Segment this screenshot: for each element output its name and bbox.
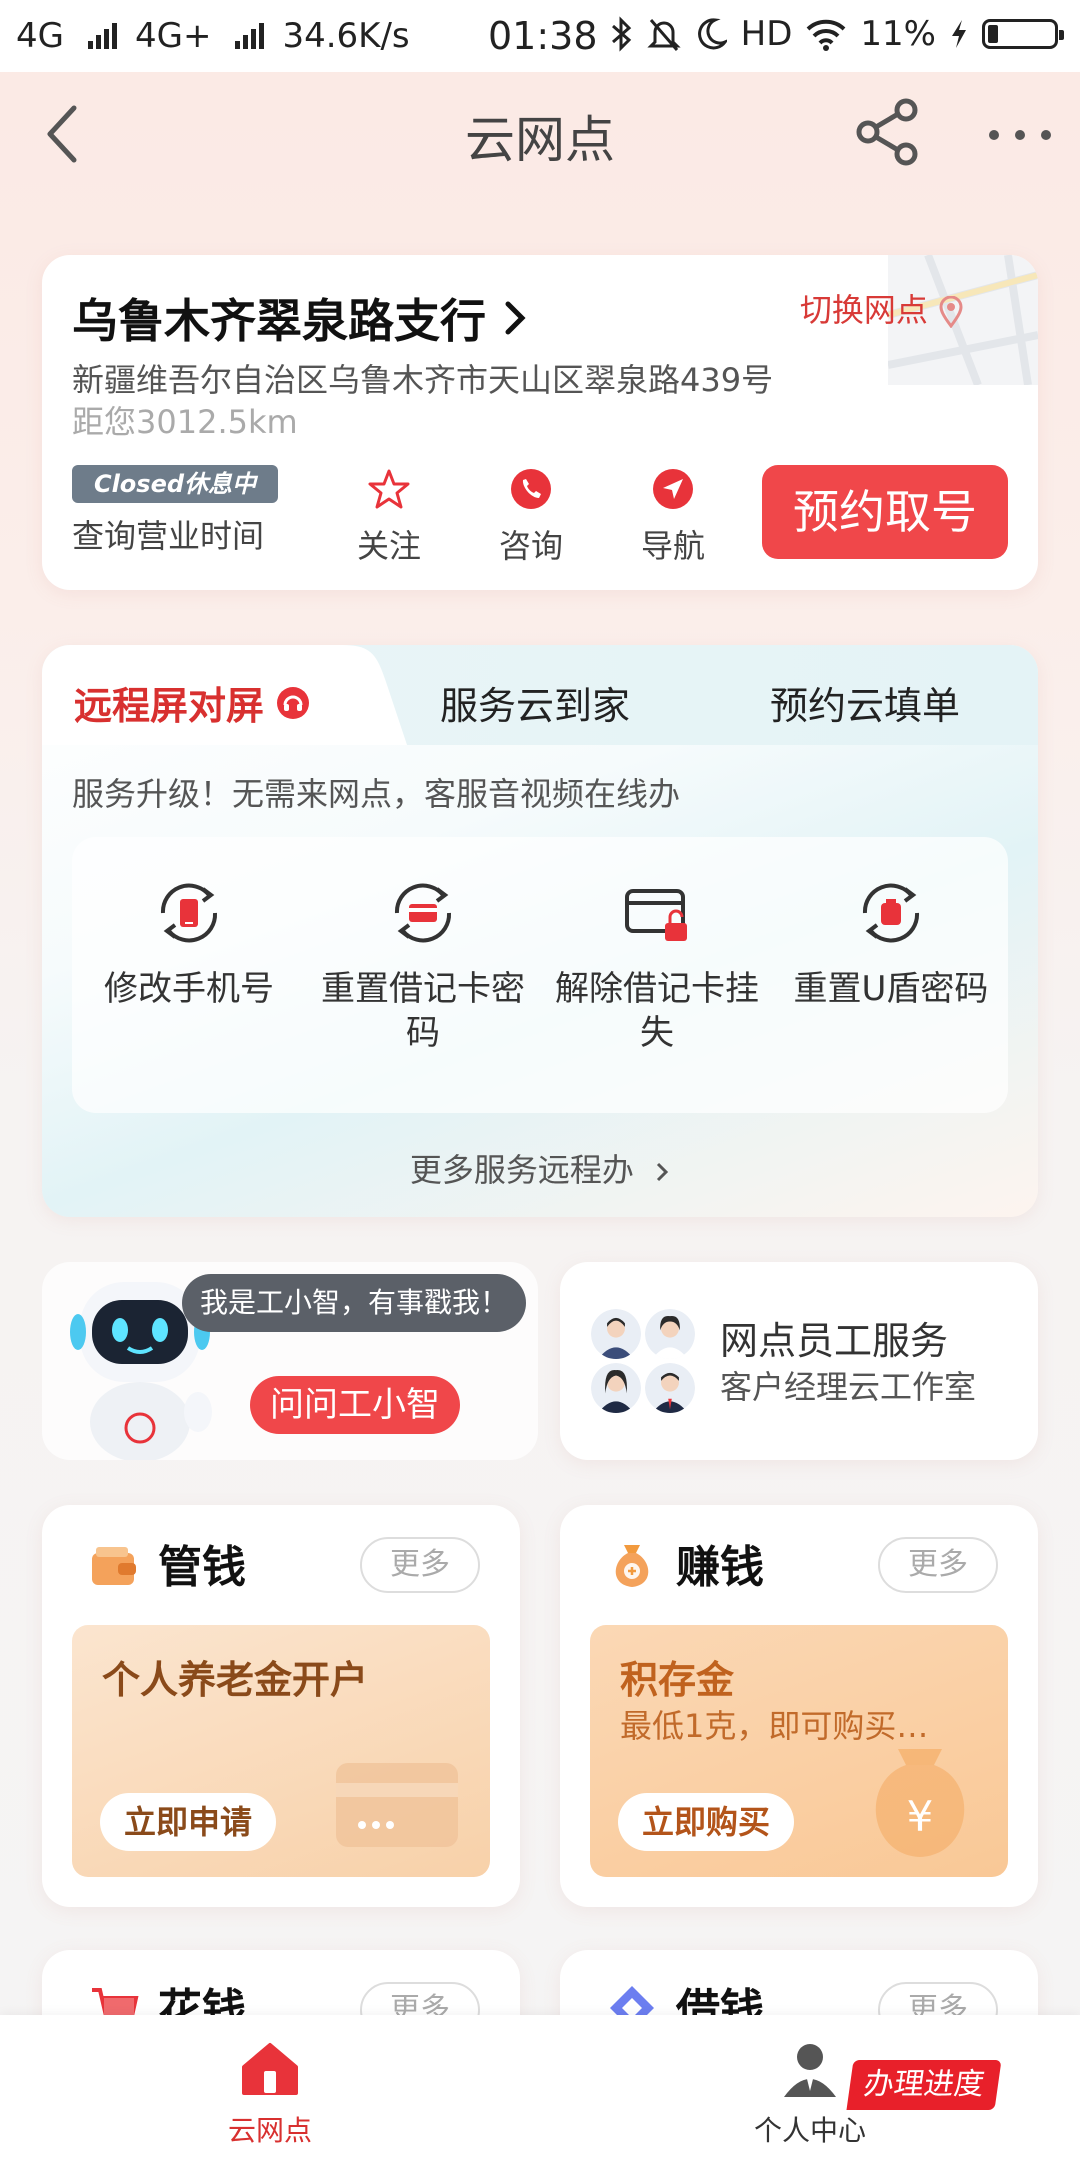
ukey-reset-icon xyxy=(862,883,920,943)
staff-service-title: 网点员工服务 xyxy=(720,1319,949,1363)
card-unlock-icon xyxy=(625,889,687,941)
wallet-icon xyxy=(92,1547,136,1585)
share-icon[interactable] xyxy=(852,96,924,168)
earn-money-title: 赚钱 xyxy=(676,1542,764,1593)
location-pin-icon xyxy=(939,295,963,329)
branch-card: 乌鲁木齐翠泉路支行 切换网点 新疆维吾尔自治区乌鲁木齐市天山区翠泉路439号 距… xyxy=(42,255,1038,590)
tab-screen-to-screen-label: 远程屏对屏 xyxy=(74,684,265,728)
service-unlock-card-label: 解除借记卡挂失 xyxy=(555,969,759,1053)
follow-button[interactable]: 关注 xyxy=(334,467,444,567)
phone-icon xyxy=(511,469,551,509)
battery-icon xyxy=(982,19,1064,49)
tab-service-home[interactable]: 服务云到家 xyxy=(440,675,630,730)
bluetooth-icon xyxy=(611,16,631,52)
gold-promo-title: 积存金 xyxy=(620,1658,735,1702)
yuan-bag-icon: ¥ xyxy=(875,1749,965,1857)
network-speed: 34.6K/s xyxy=(282,16,410,56)
charging-icon xyxy=(952,20,966,48)
star-icon xyxy=(368,469,410,509)
moon-icon xyxy=(697,18,727,50)
staff-avatars xyxy=(588,1306,698,1416)
closed-status-badge: Closed休息中 xyxy=(72,465,278,503)
more-icon[interactable] xyxy=(980,110,1060,160)
status-right: HD 11% xyxy=(609,14,1064,54)
tab-appointment-form[interactable]: 预约云填单 xyxy=(770,675,960,730)
ask-assistant-button[interactable]: 问问工小智 xyxy=(250,1376,460,1434)
bank-card-icon xyxy=(336,1763,458,1847)
service-reset-card-pin-label: 重置借记卡密码 xyxy=(321,969,525,1053)
hd-label: HD xyxy=(740,14,793,54)
branch-address: 新疆维吾尔自治区乌鲁木齐市天山区翠泉路439号 xyxy=(72,361,774,399)
svg-text:¥: ¥ xyxy=(907,1792,934,1841)
more-remote-label: 更多服务远程办 xyxy=(409,1151,634,1189)
branch-distance: 距您3012.5km xyxy=(72,403,298,441)
signal-icon-2 xyxy=(235,23,265,49)
assistant-greeting-bubble: 我是工小智，有事戳我！ xyxy=(182,1274,527,1332)
service-change-phone-label: 修改手机号 xyxy=(104,969,274,1009)
manage-money-card: 管钱 更多 个人养老金开户 立即申请 xyxy=(42,1505,520,1907)
avatar xyxy=(642,1360,698,1416)
branch-name-text: 乌鲁木齐翠泉路支行 xyxy=(72,294,486,348)
remote-description: 服务升级！无需来网点，客服音视频在线办 xyxy=(72,775,681,813)
avatar xyxy=(588,1360,644,1416)
progress-badge[interactable]: 办理进度 xyxy=(846,2060,1002,2110)
person-icon xyxy=(784,2044,836,2097)
navigate-label: 导航 xyxy=(640,527,705,565)
avatar xyxy=(642,1306,698,1362)
chevron-right-icon xyxy=(657,1162,669,1182)
query-hours-link[interactable]: 查询营业时间 xyxy=(72,511,264,557)
card-reset-icon xyxy=(394,883,452,943)
earn-money-more-button[interactable]: 更多 xyxy=(878,1537,998,1593)
apply-now-button[interactable]: 立即申请 xyxy=(100,1793,277,1851)
buy-now-button[interactable]: 立即购买 xyxy=(618,1793,795,1851)
service-unlock-card[interactable]: 解除借记卡挂失 xyxy=(540,877,774,1055)
staff-service-card[interactable]: 网点员工服务 客户经理云工作室 xyxy=(560,1262,1038,1460)
switch-branch-link[interactable]: 切换网点 xyxy=(800,285,964,331)
wifi-icon xyxy=(807,19,846,51)
follow-label: 关注 xyxy=(356,527,421,565)
mute-icon xyxy=(647,19,681,51)
network-label-1: 4G xyxy=(16,16,64,56)
tab-cloud-branch-label: 云网点 xyxy=(227,2114,312,2147)
phone-change-icon xyxy=(160,883,218,943)
home-icon xyxy=(242,2043,298,2095)
headset-icon xyxy=(277,686,310,719)
manage-money-title: 管钱 xyxy=(158,1542,246,1593)
pension-promo[interactable]: 个人养老金开户 立即申请 xyxy=(72,1625,490,1877)
service-reset-ukey[interactable]: 重置U盾密码 xyxy=(774,877,1008,1011)
chevron-right-icon xyxy=(505,301,526,335)
navigate-button[interactable]: 导航 xyxy=(618,467,728,567)
money-bag-icon xyxy=(615,1545,649,1587)
tab-screen-to-screen[interactable]: 远程屏对屏 xyxy=(74,675,310,730)
network-label-2: 4G+ xyxy=(134,16,212,56)
consult-button[interactable]: 咨询 xyxy=(476,467,586,567)
more-remote-services-link[interactable]: 更多服务远程办 xyxy=(42,1145,1038,1191)
status-left: 4G 4G+ 34.6K/s xyxy=(16,16,410,56)
branch-name[interactable]: 乌鲁木齐翠泉路支行 xyxy=(72,285,526,351)
gold-promo[interactable]: 积存金 最低1克，即可购买… ¥ 立即购买 xyxy=(590,1625,1008,1877)
remote-services-panel: 修改手机号 重置借记卡密码 解除借记卡挂失 重置U盾密码 xyxy=(72,837,1008,1113)
status-bar: 4G 4G+ 34.6K/s 01:38 HD 11% xyxy=(0,0,1080,72)
service-reset-ukey-label: 重置U盾密码 xyxy=(793,969,989,1009)
book-ticket-button[interactable]: 预约取号 xyxy=(762,465,1008,559)
remote-service-card: 远程屏对屏 服务云到家 预约云填单 服务升级！无需来网点，客服音视频在线办 修改… xyxy=(42,645,1038,1217)
manage-money-more-button[interactable]: 更多 xyxy=(360,1537,480,1593)
navigation-icon xyxy=(653,469,693,509)
avatar xyxy=(588,1306,644,1362)
signal-icon xyxy=(87,23,117,49)
staff-service-subtitle: 客户经理云工作室 xyxy=(720,1368,977,1406)
consult-label: 咨询 xyxy=(498,527,563,565)
service-change-phone[interactable]: 修改手机号 xyxy=(72,877,306,1011)
tab-cloud-branch[interactable]: 云网点 xyxy=(210,2037,330,2149)
status-time: 01:38 xyxy=(488,14,598,58)
earn-money-card: 赚钱 更多 积存金 最低1克，即可购买… ¥ 立即购买 xyxy=(560,1505,1038,1907)
switch-branch-label: 切换网点 xyxy=(799,291,928,329)
tab-personal-center-label: 个人中心 xyxy=(753,2114,866,2147)
battery-percent: 11% xyxy=(860,14,936,54)
service-tabs: 远程屏对屏 服务云到家 预约云填单 xyxy=(42,645,1038,745)
pension-promo-title: 个人养老金开户 xyxy=(102,1658,369,1702)
assistant-card[interactable]: 我是工小智，有事戳我！ 问问工小智 xyxy=(42,1262,538,1460)
service-reset-card-pin[interactable]: 重置借记卡密码 xyxy=(306,877,540,1055)
